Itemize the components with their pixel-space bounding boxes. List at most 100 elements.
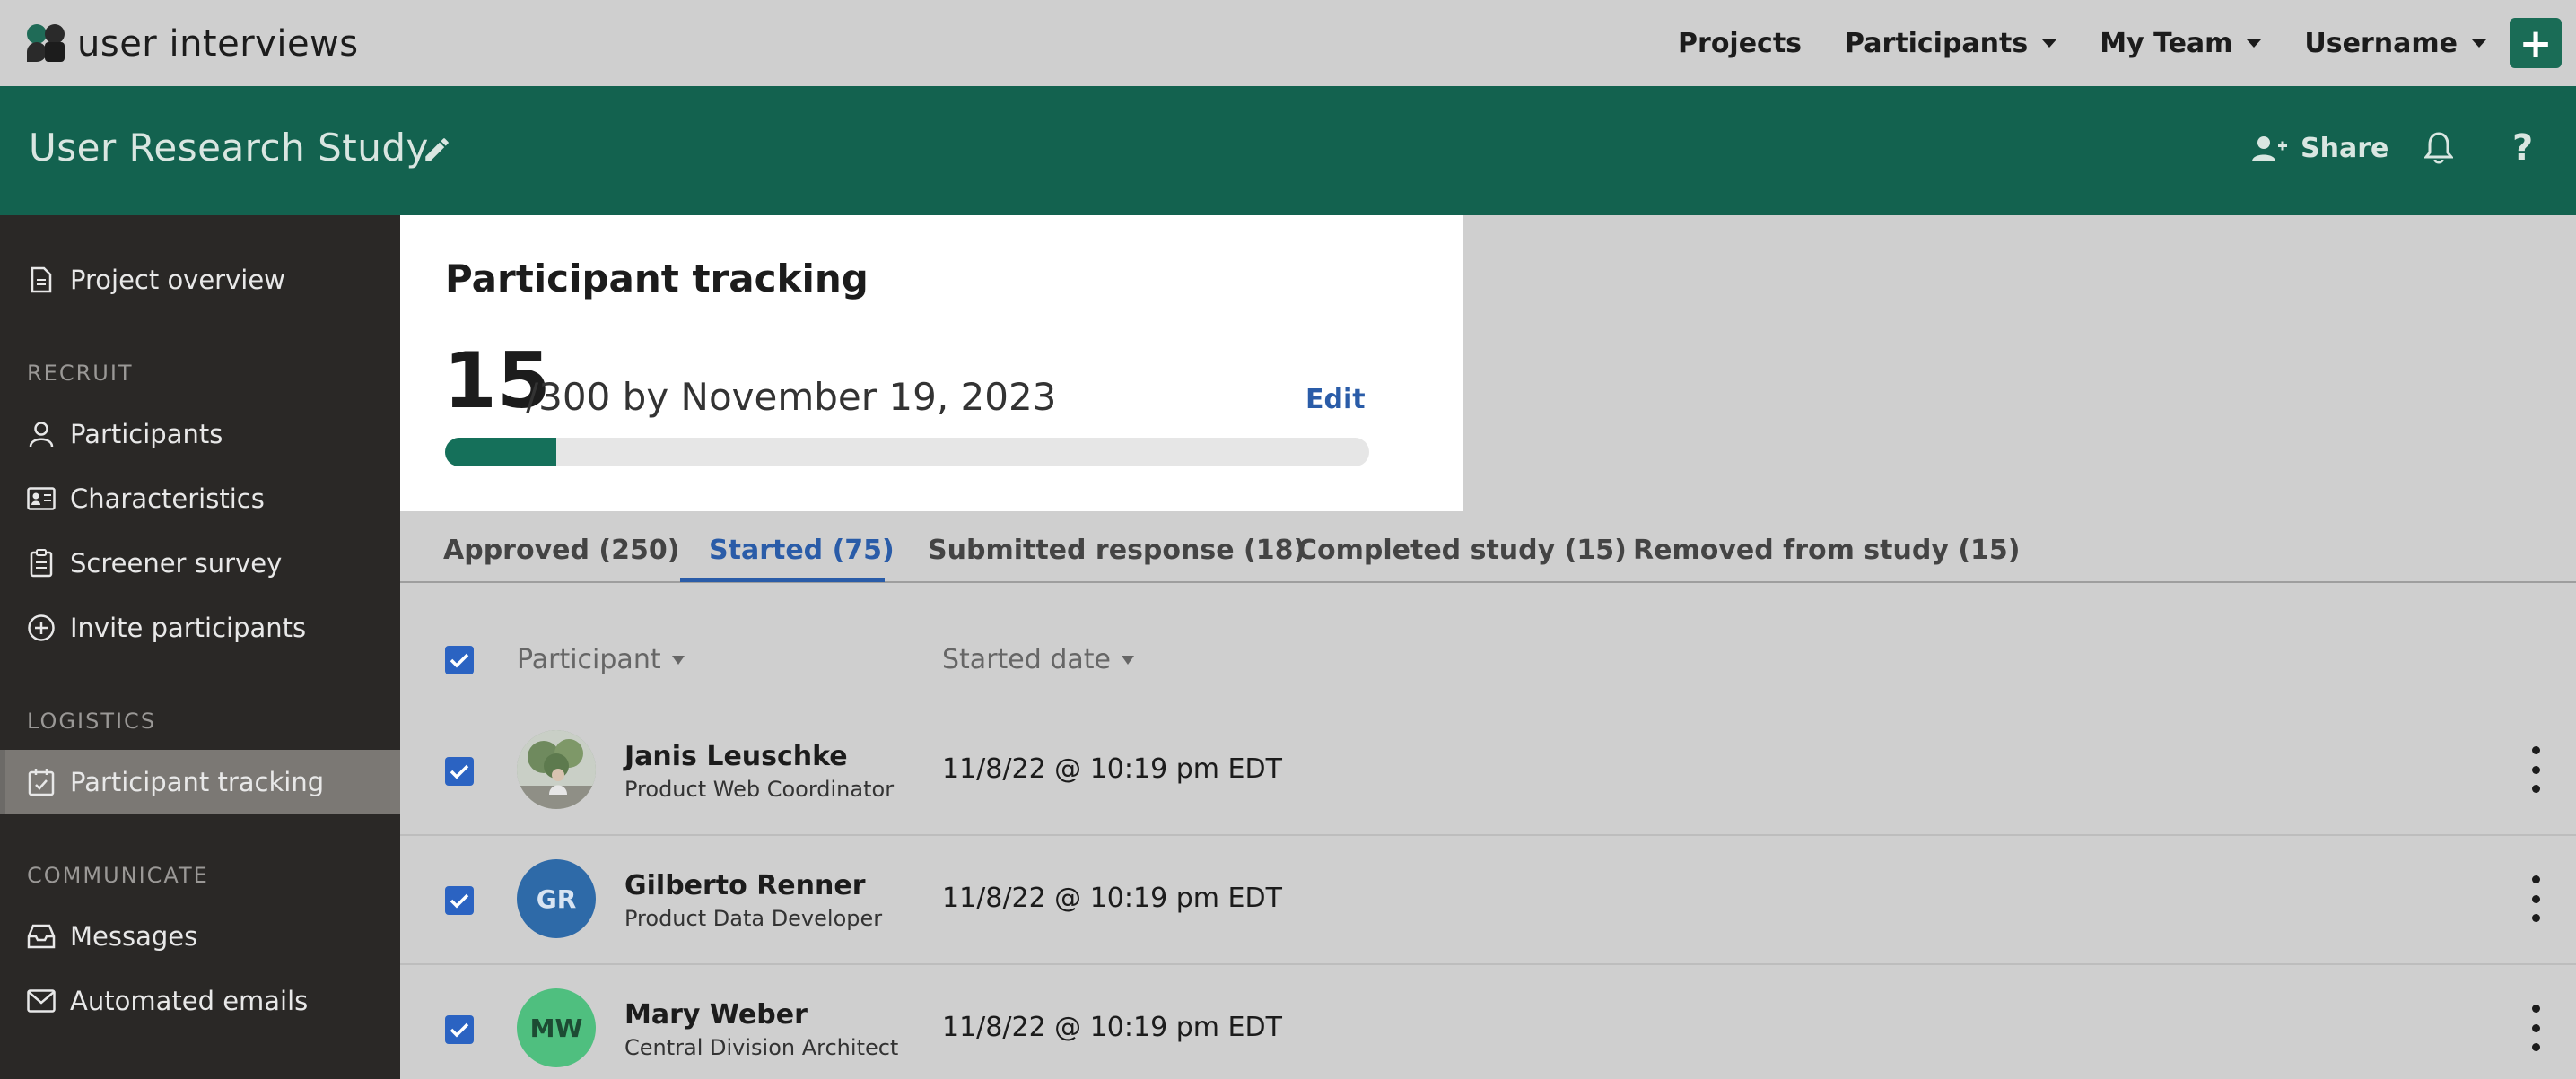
nav-my-team-dropdown[interactable]: My Team [2100,27,2262,59]
started-date: 11/8/22 @ 10:19 pm EDT [942,883,1282,914]
sidebar-item-invite-participants[interactable]: Invite participants [0,596,400,660]
checkmark-icon [450,764,469,779]
row-checkbox[interactable] [445,757,474,786]
participant-tracking-card: Participant tracking 15 /300 by November… [400,215,1463,511]
nav-my-team-label: My Team [2100,27,2233,59]
select-all-checkbox[interactable] [445,646,474,674]
tab-completed-study[interactable]: Completed study (15) [1297,535,1627,566]
sidebar-item-label: Messages [70,921,198,952]
study-header: User Research Study Share ? [0,86,2576,215]
participant-name[interactable]: Janis Leuschke [624,741,848,772]
clipboard-icon [27,549,56,578]
nav-projects-label: Projects [1678,27,1803,59]
participant-role: Product Data Developer [624,906,883,931]
sidebar-section-communicate: COMMUNICATE [27,863,209,888]
id-card-icon [27,484,56,513]
sidebar-item-project-overview[interactable]: Project overview [0,248,400,312]
tab-started[interactable]: Started (75) [709,535,895,566]
column-header-label: Participant [517,644,661,675]
checkmark-icon [450,1022,469,1038]
top-navigation: user interviews Projects Participants My… [0,0,2576,86]
sidebar-item-label: Screener survey [70,548,283,579]
nav-participants-label: Participants [1845,27,2029,59]
table-row[interactable]: MW Mary Weber Central Division Architect… [400,965,2576,1079]
nav-projects-link[interactable]: Projects [1678,28,1802,59]
table-row[interactable]: GR Gilberto Renner Product Data Develope… [400,836,2576,965]
sidebar-item-label: Participant tracking [70,767,325,797]
participant-role: Product Web Coordinator [624,777,895,802]
envelope-icon [27,987,56,1015]
avatar: MW [517,988,596,1067]
logo-text: user interviews [77,23,359,65]
sidebar-section-recruit: RECRUIT [27,361,134,386]
avatar [517,730,596,809]
share-label: Share [2301,133,2389,164]
column-header-participant[interactable]: Participant [517,644,685,675]
tab-submitted-response[interactable]: Submitted response (18) [928,535,1305,566]
sidebar-item-label: Invite participants [70,613,307,643]
status-tabs: Approved (250) Started (75) Submitted re… [400,524,2576,583]
participant-role: Central Division Architect [624,1035,899,1060]
sidebar-item-label: Automated emails [70,986,309,1016]
table-row[interactable]: Janis Leuschke Product Web Coordinator 1… [400,707,2576,836]
card-title: Participant tracking [445,257,869,300]
sidebar-item-label: Project overview [70,265,285,295]
share-button[interactable]: Share [2250,133,2388,164]
app-logo[interactable]: user interviews [27,23,359,65]
more-options-icon[interactable] [2527,1005,2545,1051]
sidebar-item-screener-survey[interactable]: Screener survey [0,531,400,596]
progress-fill [445,438,556,466]
edit-pencil-icon[interactable] [422,135,452,165]
sidebar-item-participants[interactable]: Participants [0,402,400,466]
edit-target-link[interactable]: Edit [1305,384,1366,415]
inbox-icon [27,922,56,951]
sidebar-item-label: Participants [70,419,223,449]
sidebar-item-automated-emails[interactable]: Automated emails [0,969,400,1033]
more-options-icon[interactable] [2527,875,2545,922]
logo-mark-icon [27,24,66,64]
participant-name[interactable]: Gilberto Renner [624,870,866,901]
column-header-started-date[interactable]: Started date [942,644,1134,675]
nav-participants-dropdown[interactable]: Participants [1845,27,2057,59]
row-checkbox[interactable] [445,886,474,915]
participant-name[interactable]: Mary Weber [624,999,808,1031]
study-title: User Research Study [29,126,429,170]
plus-icon: + [2519,20,2553,66]
help-icon[interactable]: ? [2512,127,2533,169]
caret-down-icon [2472,39,2486,48]
checkmark-icon [450,653,469,668]
avatar: GR [517,859,596,938]
sidebar-item-participant-tracking[interactable]: Participant tracking [5,750,400,814]
nav-username-label: Username [2304,27,2458,59]
active-tab-indicator [680,578,885,582]
person-icon [27,420,56,448]
tab-removed-from-study[interactable]: Removed from study (15) [1633,535,2021,566]
caret-down-icon [2247,39,2262,48]
avatar-photo [517,730,596,809]
sidebar-item-messages[interactable]: Messages [0,904,400,969]
sort-icon [671,655,685,665]
sidebar-item-label: Characteristics [70,483,265,514]
started-date: 11/8/22 @ 10:19 pm EDT [942,1012,1282,1043]
column-header-label: Started date [942,644,1111,675]
sort-icon [1121,655,1134,665]
plus-circle-icon [27,613,56,642]
caret-down-icon [2042,39,2057,48]
participant-target: /300 by November 19, 2023 [526,375,1057,419]
nav-links: Projects Participants My Team Username [1678,0,2486,86]
row-checkbox[interactable] [445,1015,474,1044]
started-date: 11/8/22 @ 10:19 pm EDT [942,753,1282,785]
sidebar-item-characteristics[interactable]: Characteristics [0,466,400,531]
nav-username-dropdown[interactable]: Username [2304,28,2486,59]
bell-icon[interactable] [2424,131,2453,165]
sidebar-section-logistics: LOGISTICS [27,709,157,734]
tracking-progress-bar [445,438,1369,466]
calendar-check-icon [27,768,56,796]
add-user-icon [2252,135,2287,161]
more-options-icon[interactable] [2527,746,2545,793]
add-button[interactable]: + [2510,18,2562,68]
checkmark-icon [450,893,469,909]
document-icon [27,265,56,294]
tab-approved[interactable]: Approved (250) [443,535,679,566]
sidebar: Project overview RECRUIT Participants Ch… [0,215,400,1079]
